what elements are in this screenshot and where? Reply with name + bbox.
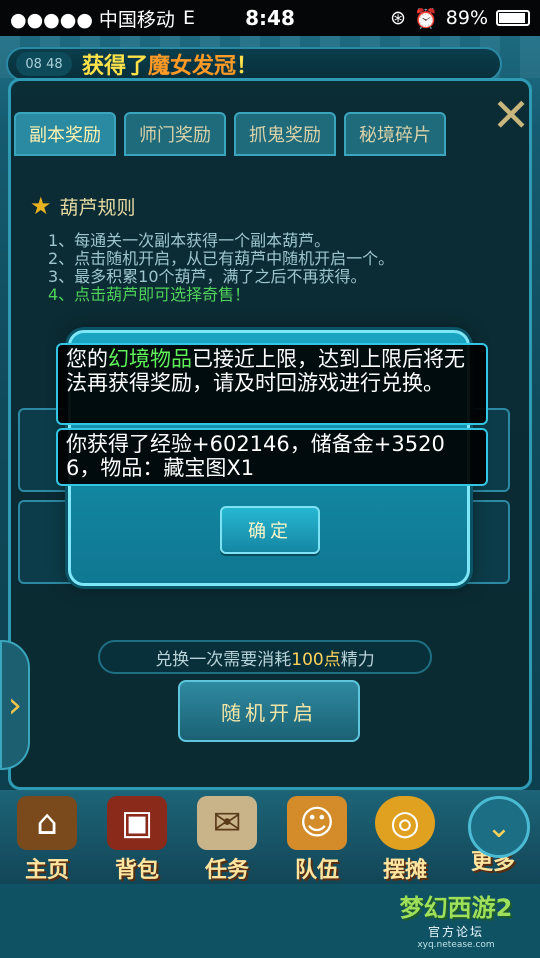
gourd-rules: ★ 葫芦规则 1、每通关一次副本获得一个副本葫芦。 2、点击随机开启，从已有葫芦… bbox=[30, 192, 500, 304]
rule-line: 2、点击随机开启，从已有葫芦中随机开启一个。 bbox=[48, 249, 395, 268]
exchange-cost-prefix: 兑换一次需要消耗 bbox=[155, 649, 292, 670]
tab-dungeon-reward[interactable]: 副本奖励 bbox=[14, 112, 116, 156]
reward-tabs: 副本奖励 师门奖励 抓鬼奖励 秘境碎片 bbox=[14, 112, 446, 156]
chat-time: 08 48 bbox=[16, 52, 72, 76]
status-left: ●●●●● 中国移动 E bbox=[10, 5, 195, 32]
chat-message-suffix: ！ bbox=[236, 54, 259, 79]
dock-team[interactable]: ☺ 队伍 bbox=[274, 796, 360, 883]
random-open-button[interactable]: 随机开启 bbox=[178, 680, 360, 742]
message-highlight: 幻境物品 bbox=[108, 347, 192, 371]
chat-message: 获得了魔女发冠！ bbox=[82, 48, 258, 80]
tab-sect-reward[interactable]: 师门奖励 bbox=[124, 112, 226, 156]
team-icon: ☺ bbox=[287, 796, 347, 850]
battery-icon bbox=[496, 10, 530, 26]
logo-url: xyq.netease.com bbox=[417, 940, 495, 950]
rules-title: 葫芦规则 bbox=[59, 196, 136, 219]
rule-line: 4、点击葫芦即可选择奇售！ bbox=[48, 285, 251, 304]
alarm-icon: ⏰ bbox=[414, 7, 438, 30]
logo-title: 梦幻西游2 bbox=[399, 894, 513, 922]
chat-bar[interactable]: 08 48 获得了魔女发冠！ bbox=[6, 47, 502, 81]
status-bar: ●●●●● 中国移动 E 8:48 ⊛ ⏰ 89% bbox=[0, 0, 540, 36]
chat-message-item[interactable]: 魔女发冠 bbox=[148, 54, 236, 79]
chat-message-prefix: 获得了 bbox=[82, 54, 149, 79]
reward-gain-message: 你获得了经验+602146，储备金+35206，物品：藏宝图X1 bbox=[56, 428, 488, 486]
rule-line: 3、最多积累10个葫芦，满了之后不再获得。 bbox=[48, 267, 367, 286]
limit-warning-message: 您的幻境物品已接近上限，达到上限后将无法再获得奖励，请及时回游戏进行兑换。 bbox=[56, 343, 488, 425]
dock-quest[interactable]: ✉ 任务 bbox=[184, 796, 270, 883]
rule-line: 1、每通关一次副本获得一个副本葫芦。 bbox=[48, 231, 331, 250]
battery-percent: 89% bbox=[445, 7, 488, 29]
exchange-cost-suffix: 精力 bbox=[340, 649, 375, 670]
tab-ghost-reward[interactable]: 抓鬼奖励 bbox=[234, 112, 336, 156]
chest-icon: ▣ bbox=[107, 796, 167, 850]
rules-heading: ★ 葫芦规则 bbox=[30, 192, 500, 220]
rotation-lock-icon: ⊛ bbox=[390, 7, 407, 29]
dock-label: 队伍 bbox=[294, 858, 339, 883]
chevron-right-icon[interactable]: › bbox=[0, 640, 30, 770]
logo-subtitle: 官方论坛 bbox=[427, 925, 484, 939]
star-icon: ★ bbox=[30, 192, 52, 220]
scroll-icon: ✉ bbox=[197, 796, 257, 850]
exchange-cost-amount: 100点 bbox=[291, 649, 341, 670]
message-text: 您的 bbox=[66, 347, 108, 371]
dock-label: 背包 bbox=[114, 858, 159, 883]
status-right: ⊛ ⏰ 89% bbox=[390, 7, 530, 30]
carrier-label: ●●●●● 中国移动 bbox=[10, 8, 175, 31]
forum-logo: 梦幻西游2 官方论坛 xyq.netease.com bbox=[386, 888, 526, 954]
dock-label: 任务 bbox=[204, 858, 249, 883]
dock-stall[interactable]: ◎ 摆摊 bbox=[362, 796, 448, 883]
dock-label: 主页 bbox=[24, 858, 69, 883]
coin-icon: ◎ bbox=[375, 796, 435, 850]
chevron-down-icon[interactable]: ⌄ bbox=[468, 796, 530, 858]
network-label: E bbox=[182, 7, 195, 29]
house-icon: ⌂ bbox=[17, 796, 77, 850]
bottom-dock: ⌂ 主页 ▣ 背包 ✉ 任务 ☺ 队伍 ◎ 摆摊 更多 bbox=[0, 790, 540, 884]
confirm-button[interactable]: 确定 bbox=[220, 506, 320, 554]
dock-bag[interactable]: ▣ 背包 bbox=[94, 796, 180, 883]
close-icon[interactable]: ✕ bbox=[488, 92, 534, 138]
dock-label: 摆摊 bbox=[382, 858, 427, 883]
tab-secret-fragments[interactable]: 秘境碎片 bbox=[344, 112, 446, 156]
dock-home[interactable]: ⌂ 主页 bbox=[4, 796, 90, 883]
exchange-cost: 兑换一次需要消耗 100点 精力 bbox=[98, 640, 432, 674]
